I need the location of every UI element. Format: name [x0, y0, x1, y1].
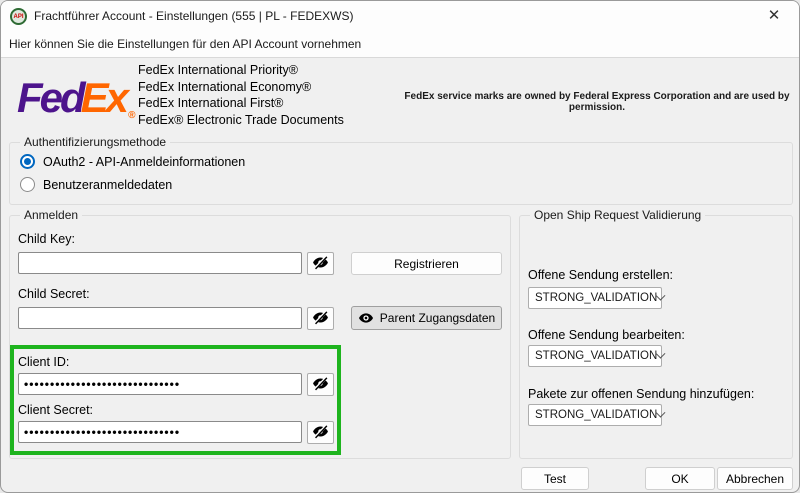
register-button[interactable]: Registrieren — [351, 252, 502, 275]
client-id-label: Client ID: — [18, 355, 70, 369]
openship-create-dropdown[interactable]: STRONG_VALIDATION — [528, 287, 666, 309]
fedex-service-list: FedEx International Priority® FedEx Inte… — [138, 62, 344, 128]
subtitle-strip: Hier können Sie die Einstellungen für de… — [1, 31, 799, 58]
auth-group-label: Authentifizierungsmethode — [20, 135, 171, 149]
fedex-service-item: FedEx International Priority® — [138, 63, 298, 77]
openship-create-dropdown-value: STRONG_VALIDATION — [535, 292, 658, 304]
eye-slash-icon — [312, 309, 329, 329]
eye-slash-icon — [312, 375, 329, 395]
parent-credentials-button-label: Parent Zugangsdaten — [379, 311, 496, 325]
cancel-button[interactable]: Abbrechen — [717, 467, 793, 490]
openship-edit-dropdown[interactable]: STRONG_VALIDATION — [528, 345, 666, 367]
login-group-label: Anmelden — [20, 208, 83, 222]
fedex-service-item: FedEx® Electronic Trade Documents — [138, 112, 344, 127]
login-groupbox: Anmelden Child Key: Registrieren Child S… — [9, 208, 511, 459]
fedex-logo-ex: Ex — [80, 74, 129, 121]
radio-unselected-icon[interactable] — [20, 177, 35, 192]
api-globe-icon: API — [10, 8, 27, 25]
child-key-eye-toggle-button[interactable] — [307, 252, 334, 275]
openship-add-packages-dropdown-value: STRONG_VALIDATION — [535, 409, 658, 421]
radio-user-credentials-label: Benutzeranmeldedaten — [43, 177, 173, 192]
radio-oauth2-label: OAuth2 - API-Anmeldeinformationen — [43, 154, 246, 169]
openship-add-packages-dropdown[interactable]: STRONG_VALIDATION — [528, 404, 666, 426]
eye-slash-icon — [312, 423, 329, 443]
client-secret-eye-toggle-button[interactable] — [307, 421, 334, 444]
openship-edit-dropdown-value: STRONG_VALIDATION — [535, 350, 658, 362]
radio-oauth2[interactable]: OAuth2 - API-Anmeldeinformationen — [20, 154, 245, 169]
chevron-down-icon — [655, 290, 666, 301]
child-secret-label: Child Secret: — [18, 287, 90, 301]
radio-selected-icon[interactable] — [20, 154, 35, 169]
client-id-eye-toggle-button[interactable] — [307, 373, 334, 396]
fedex-logo-fed: Fed — [17, 74, 86, 121]
openship-edit-label: Offene Sendung bearbeiten: — [528, 328, 685, 342]
parent-credentials-button[interactable]: Parent Zugangsdaten — [351, 306, 502, 330]
openship-groupbox: Open Ship Request Validierung Offene Sen… — [519, 208, 793, 459]
openship-create-label: Offene Sendung erstellen: — [528, 268, 674, 282]
dialog-subtitle: Hier können Sie die Einstellungen für de… — [9, 37, 362, 51]
client-secret-input[interactable] — [18, 421, 302, 443]
child-key-input[interactable] — [18, 252, 302, 274]
carrier-account-settings-dialog: API Frachtführer Account - Einstellungen… — [0, 0, 800, 493]
radio-user-credentials[interactable]: Benutzeranmeldedaten — [20, 177, 172, 192]
chevron-down-icon — [655, 407, 666, 418]
ok-button[interactable]: OK — [645, 467, 715, 490]
chevron-down-icon — [655, 348, 666, 359]
title-bar: API Frachtführer Account - Einstellungen… — [1, 1, 799, 31]
fedex-logo-registered-mark: ® — [128, 110, 136, 121]
fedex-trademark-notice: FedEx service marks are owned by Federal… — [404, 91, 790, 113]
client-secret-label: Client Secret: — [18, 403, 94, 417]
child-key-label: Child Key: — [18, 232, 75, 246]
fedex-service-item: FedEx International Economy® — [138, 79, 312, 94]
openship-add-packages-label: Pakete zur offenen Sendung hinzufügen: — [528, 387, 755, 401]
window-title: Frachtführer Account - Einstellungen (55… — [34, 9, 354, 23]
fedex-logo: FedEx ® — [17, 74, 136, 121]
openship-group-label: Open Ship Request Validierung — [530, 208, 706, 222]
auth-method-groupbox: Authentifizierungsmethode OAuth2 - API-A… — [9, 135, 793, 205]
eye-slash-icon — [312, 254, 329, 274]
close-icon[interactable]: ✕ — [757, 4, 791, 28]
child-secret-eye-toggle-button[interactable] — [307, 307, 334, 330]
test-button[interactable]: Test — [521, 467, 589, 490]
fedex-service-item: FedEx International First® — [138, 96, 284, 110]
child-secret-input[interactable] — [18, 307, 302, 329]
client-id-input[interactable] — [18, 373, 302, 395]
eye-icon — [358, 310, 374, 326]
